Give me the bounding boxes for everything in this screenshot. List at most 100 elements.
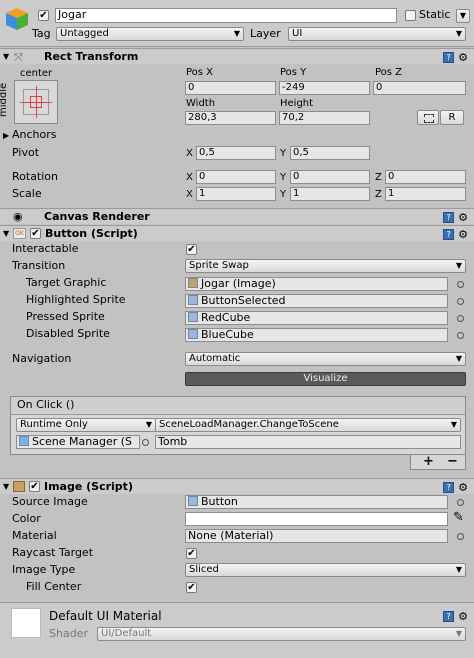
fold-closed-icon[interactable]: ▶ — [3, 131, 9, 140]
fold-open-icon[interactable]: ▼ — [3, 52, 9, 61]
target-graphic-value: Jogar (Image) — [201, 277, 276, 290]
color-field[interactable] — [185, 512, 448, 526]
height-field[interactable]: 70,2 — [279, 111, 370, 125]
button-script-title: Button (Script) — [45, 227, 138, 240]
help-book-icon[interactable]: ? — [443, 228, 455, 240]
rot-x-axis: X — [186, 172, 193, 183]
material-field[interactable]: None (Material) — [185, 529, 448, 543]
sprite-icon — [188, 295, 198, 305]
rot-y-axis: Y — [280, 172, 287, 183]
gear-icon[interactable]: ⚙ — [458, 211, 468, 224]
visualize-button[interactable]: Visualize — [185, 372, 466, 386]
material-label: Material — [12, 529, 57, 542]
gameobject-header: ✔ Jogar Static ▼ Tag Untagged ▼ Layer UI ▼ — [0, 0, 474, 47]
object-picker-icon[interactable] — [457, 298, 464, 305]
pos-x-field[interactable]: 0 — [185, 81, 276, 95]
object-picker-icon[interactable] — [457, 332, 464, 339]
pos-z-field[interactable]: 0 — [373, 81, 466, 95]
source-image-value: Button — [201, 495, 238, 508]
image-type-dropdown[interactable]: Sliced ▼ — [185, 563, 466, 577]
name-field[interactable]: Jogar — [55, 8, 397, 23]
event-object-field[interactable]: Scene Manager (S — [16, 435, 140, 449]
chevron-down-icon: ▼ — [455, 354, 462, 363]
static-checkbox[interactable] — [405, 10, 416, 21]
layer-dropdown[interactable]: UI ▼ — [288, 27, 466, 41]
fold-open-icon[interactable]: ▼ — [3, 229, 9, 238]
help-book-icon[interactable]: ? — [443, 610, 455, 622]
rect-transform-icon: ⤧ — [14, 51, 23, 64]
active-checkbox[interactable]: ✔ — [38, 10, 49, 21]
help-book-icon[interactable]: ? — [443, 51, 455, 63]
image-type-label: Image Type — [12, 563, 76, 576]
button-enabled-checkbox[interactable]: ✔ — [30, 228, 41, 239]
fold-open-icon[interactable]: ▼ — [3, 482, 9, 491]
raycast-target-checkbox[interactable]: ✔ — [186, 548, 197, 559]
rot-x-field[interactable]: 0 — [196, 170, 276, 184]
highlighted-sprite-value: ButtonSelected — [201, 294, 286, 307]
rot-y-field[interactable]: 0 — [290, 170, 370, 184]
remove-event-button[interactable]: − — [447, 455, 458, 469]
gear-icon[interactable]: ⚙ — [458, 228, 468, 241]
width-field[interactable]: 280,3 — [185, 111, 276, 125]
rect-transform-header[interactable]: ▼ ⤧ Rect Transform ? ⚙ — [0, 48, 474, 64]
anchors-label[interactable]: Anchors — [12, 128, 57, 142]
image-script-title: Image (Script) — [44, 480, 133, 493]
layer-label: Layer — [250, 27, 281, 40]
onclick-event-box: On Click () Runtime Only ▼ SceneLoadManag… — [10, 396, 466, 455]
interactable-checkbox[interactable]: ✔ — [186, 244, 197, 255]
fill-center-label: Fill Center — [26, 580, 82, 593]
shader-label: Shader — [49, 627, 88, 640]
object-picker-icon[interactable] — [457, 499, 464, 506]
sprite-icon — [188, 312, 198, 322]
scale-y-field[interactable]: 1 — [290, 187, 370, 201]
scale-z-field[interactable]: 1 — [385, 187, 466, 201]
scale-x-field[interactable]: 1 — [196, 187, 276, 201]
rot-z-field[interactable]: 0 — [385, 170, 466, 184]
layer-value: UI — [292, 28, 303, 39]
fill-center-checkbox[interactable]: ✔ — [186, 582, 197, 593]
transition-value: Sprite Swap — [189, 260, 249, 271]
pivot-x-field[interactable]: 0,5 — [196, 146, 276, 160]
sprite-icon — [188, 496, 198, 506]
highlighted-sprite-field[interactable]: ButtonSelected — [185, 294, 448, 308]
object-picker-icon[interactable] — [142, 439, 149, 446]
tag-dropdown[interactable]: Untagged ▼ — [56, 27, 244, 41]
anchor-presets-button[interactable] — [14, 80, 58, 124]
button-script-header[interactable]: ▼ OK ✔ Button (Script) ? ⚙ — [0, 225, 474, 241]
pivot-y-field[interactable]: 0,5 — [290, 146, 370, 160]
shader-dropdown[interactable]: UI/Default ▼ — [97, 627, 466, 641]
function-dropdown[interactable]: SceneLoadManager.ChangeToScene ▼ — [155, 418, 461, 432]
static-dropdown[interactable]: ▼ — [456, 9, 470, 23]
event-argument-field[interactable]: Tomb — [155, 435, 461, 449]
pivot-y-axis: Y — [280, 148, 287, 159]
target-graphic-field[interactable]: Jogar (Image) — [185, 277, 448, 291]
image-script-header[interactable]: ▼ ✔ Image (Script) ? ⚙ — [0, 478, 474, 494]
help-book-icon[interactable]: ? — [443, 481, 455, 493]
image-component-icon — [13, 481, 25, 492]
transition-dropdown[interactable]: Sprite Swap ▼ — [185, 259, 466, 273]
disabled-sprite-field[interactable]: BlueCube — [185, 328, 448, 342]
source-image-field[interactable]: Button — [185, 495, 448, 509]
object-picker-icon[interactable] — [457, 281, 464, 288]
pos-x-label: Pos X — [186, 67, 214, 78]
eyedropper-icon[interactable]: ✎ — [453, 510, 464, 525]
image-enabled-checkbox[interactable]: ✔ — [29, 481, 40, 492]
gear-icon[interactable]: ⚙ — [458, 481, 468, 494]
pressed-sprite-field[interactable]: RedCube — [185, 311, 448, 325]
object-picker-icon[interactable] — [457, 315, 464, 322]
onclick-label: On Click () — [17, 398, 75, 411]
pos-y-field[interactable]: -249 — [279, 81, 370, 95]
blueprint-mode-button[interactable] — [417, 110, 439, 125]
chevron-down-icon: ▼ — [145, 420, 152, 429]
runtime-dropdown[interactable]: Runtime Only ▼ — [16, 418, 156, 432]
raw-edit-button[interactable]: R — [440, 110, 464, 125]
gear-icon[interactable]: ⚙ — [458, 610, 468, 623]
canvas-renderer-header[interactable]: ◉ Canvas Renderer ? ⚙ — [0, 208, 474, 224]
gear-icon[interactable]: ⚙ — [458, 51, 468, 64]
help-book-icon[interactable]: ? — [443, 211, 455, 223]
source-image-label: Source Image — [12, 495, 88, 508]
object-picker-icon[interactable] — [457, 533, 464, 540]
navigation-dropdown[interactable]: Automatic ▼ — [185, 352, 466, 366]
eye-icon: ◉ — [13, 210, 23, 223]
add-event-button[interactable]: + — [423, 455, 434, 469]
